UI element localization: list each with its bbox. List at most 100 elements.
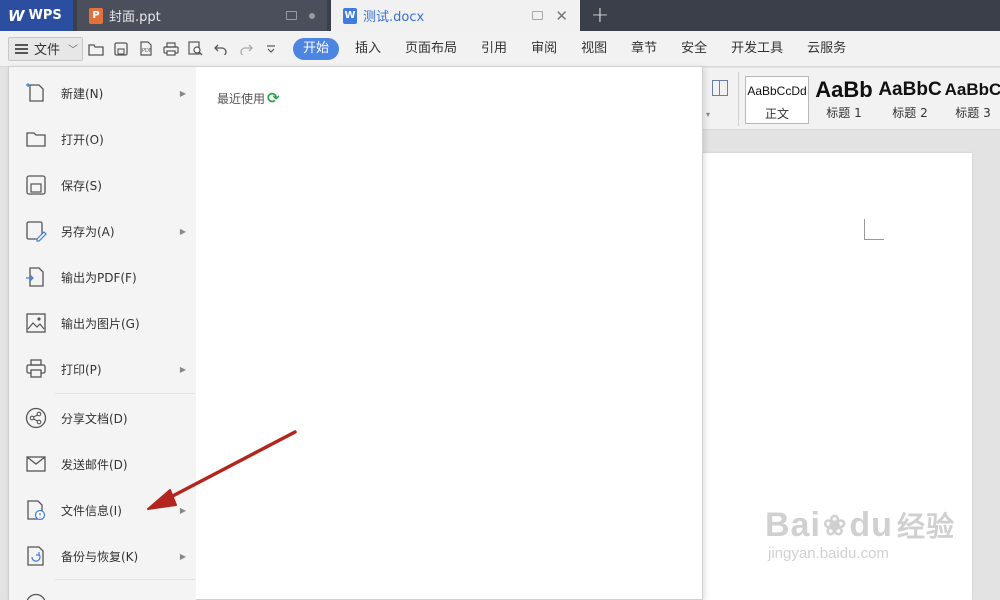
help-icon <box>25 593 47 600</box>
menu-item-file-info[interactable]: 文件信息(I) ▶ <box>9 487 196 533</box>
wps-home-tab[interactable]: W WPS <box>0 0 73 31</box>
chevron-down-icon: ﹀ <box>68 45 79 56</box>
file-dropdown-menu: 新建(N) ▶ 打开(O) 保存(S) 另存为(A) ▶ 输出为PDF(F) 输… <box>8 66 703 600</box>
export-image-icon <box>25 312 47 334</box>
ribbon-styles-group: ▾ AaBbCcDd 正文 AaBb 标题 1 AaBbC 标题 2 AaBbC… <box>702 68 1000 130</box>
style-normal[interactable]: AaBbCcDd 正文 <box>745 76 809 124</box>
file-menu-label: 文件 <box>34 43 61 58</box>
submenu-arrow-icon: ▶ <box>179 551 186 561</box>
new-tab-button[interactable]: + <box>580 0 620 31</box>
tab-label: 封面.ppt <box>109 10 161 25</box>
group-divider <box>738 72 739 126</box>
style-sample: AaBbCcDd <box>747 84 807 98</box>
ppt-file-icon: P <box>89 7 103 24</box>
customize-toolbar-icon[interactable] <box>258 37 283 61</box>
baidu-watermark: Bai ❀ du 经验 jingyan.baidu.com <box>765 505 955 585</box>
menu-item-label: 输出为PDF(F) <box>61 270 137 285</box>
tab-view[interactable]: 视图 <box>569 38 619 60</box>
menu-item-save[interactable]: 保存(S) <box>9 162 196 208</box>
menu-item-open[interactable]: 打开(O) <box>9 116 196 162</box>
paw-logo-icon: ❀ <box>822 509 848 541</box>
tab-docx-document[interactable]: W 测试.docx ✕ <box>331 0 580 31</box>
submenu-arrow-icon: ▶ <box>179 88 186 98</box>
hamburger-icon <box>15 43 28 54</box>
file-info-icon <box>25 499 47 521</box>
svg-text:PDF: PDF <box>142 48 152 54</box>
save-icon[interactable] <box>108 37 133 61</box>
menu-item-export-pdf[interactable]: 输出为PDF(F) <box>9 254 196 300</box>
recent-title-label: 最近使用 <box>217 91 266 106</box>
pdf-icon[interactable]: PDF <box>133 37 158 61</box>
menu-item-label: 备份与恢复(K) <box>61 549 139 564</box>
menu-item-partial[interactable] <box>9 581 196 600</box>
menu-item-share[interactable]: 分享文档(D) <box>9 395 196 441</box>
wps-logo-icon: W <box>8 6 25 25</box>
menu-item-label: 另存为(A) <box>61 224 115 239</box>
menu-item-label: 文件信息(I) <box>61 503 122 518</box>
tab-page-layout[interactable]: 页面布局 <box>393 38 469 60</box>
new-file-icon <box>25 82 47 104</box>
print-preview-icon[interactable] <box>183 37 208 61</box>
tab-references[interactable]: 引用 <box>469 38 519 60</box>
submenu-arrow-icon: ▶ <box>179 364 186 374</box>
redo-icon[interactable] <box>233 37 258 61</box>
tab-cloud-services[interactable]: 云服务 <box>795 38 858 60</box>
chevron-down-icon[interactable]: ▾ <box>706 110 710 119</box>
watermark-bai: Bai <box>765 505 821 544</box>
menu-bar: 文件 ﹀ PDF 开始 插入 页面布局 引用 审阅 视图 章节 安全 开发工具 … <box>0 31 1000 67</box>
share-icon <box>25 407 47 429</box>
style-heading-2[interactable]: AaBbC 标题 2 <box>878 76 942 124</box>
open-folder-icon <box>25 128 47 150</box>
refresh-icon[interactable]: ⟳ <box>267 89 280 107</box>
margin-corner-mark <box>864 219 884 240</box>
style-name: 正文 <box>764 107 789 121</box>
ribbon-tabs: 开始 插入 页面布局 引用 审阅 视图 章节 安全 开发工具 云服务 <box>289 37 858 60</box>
monitor-icon[interactable] <box>286 11 297 20</box>
menu-item-label: 输出为图片(G) <box>61 316 140 331</box>
menu-item-send-email[interactable]: 发送邮件(D) <box>9 441 196 487</box>
close-tab-icon[interactable]: ✕ <box>555 7 568 25</box>
submenu-arrow-icon: ▶ <box>179 226 186 236</box>
tab-label: 测试.docx <box>363 10 425 25</box>
tab-section[interactable]: 章节 <box>619 38 669 60</box>
tab-home[interactable]: 开始 <box>293 37 340 60</box>
undo-icon[interactable] <box>208 37 233 61</box>
watermark-du: du <box>849 505 893 544</box>
text-box-icon[interactable] <box>712 80 728 96</box>
style-heading-3[interactable]: AaBbC 标题 3 <box>943 76 1000 124</box>
watermark-url: jingyan.baidu.com <box>768 545 889 562</box>
style-name: 标题 1 <box>826 106 862 120</box>
tab-review[interactable]: 审阅 <box>519 38 569 60</box>
menu-item-label: 分享文档(D) <box>61 411 128 426</box>
tab-insert[interactable]: 插入 <box>343 38 393 60</box>
open-folder-icon[interactable] <box>83 37 108 61</box>
menu-item-save-as[interactable]: 另存为(A) ▶ <box>9 208 196 254</box>
style-sample: AaBbC <box>944 80 1000 99</box>
menu-item-label: 打开(O) <box>61 132 104 147</box>
tab-ppt-document[interactable]: P 封面.ppt <box>77 0 327 31</box>
export-pdf-icon <box>25 266 47 288</box>
menu-item-print[interactable]: 打印(P) ▶ <box>9 346 196 392</box>
title-bar: W WPS P 封面.ppt W 测试.docx ✕ + <box>0 0 1000 31</box>
watermark-cn: 经验 <box>896 511 955 542</box>
menu-divider <box>55 393 195 394</box>
menu-item-backup-restore[interactable]: 备份与恢复(K) ▶ <box>9 533 196 579</box>
save-icon <box>25 174 47 196</box>
style-sample: AaBb <box>815 77 873 102</box>
menu-item-new[interactable]: 新建(N) ▶ <box>9 70 196 116</box>
menu-item-export-image[interactable]: 输出为图片(G) <box>9 300 196 346</box>
backup-restore-icon <box>25 545 47 567</box>
submenu-arrow-icon: ▶ <box>179 505 186 515</box>
print-icon[interactable] <box>158 37 183 61</box>
menu-item-label: 新建(N) <box>61 86 104 101</box>
menu-item-label: 打印(P) <box>61 362 102 377</box>
unsaved-dot-icon <box>309 12 315 19</box>
style-heading-1[interactable]: AaBb 标题 1 <box>812 76 876 124</box>
recent-title: 最近使用 ⟳ <box>217 89 280 107</box>
monitor-icon[interactable] <box>532 11 544 20</box>
tab-developer[interactable]: 开发工具 <box>719 38 795 60</box>
file-menu-list: 新建(N) ▶ 打开(O) 保存(S) 另存为(A) ▶ 输出为PDF(F) 输… <box>9 67 196 600</box>
wps-tab-label: WPS <box>28 8 62 23</box>
tab-security[interactable]: 安全 <box>669 38 719 60</box>
file-menu-button[interactable]: 文件 ﹀ <box>8 36 83 61</box>
